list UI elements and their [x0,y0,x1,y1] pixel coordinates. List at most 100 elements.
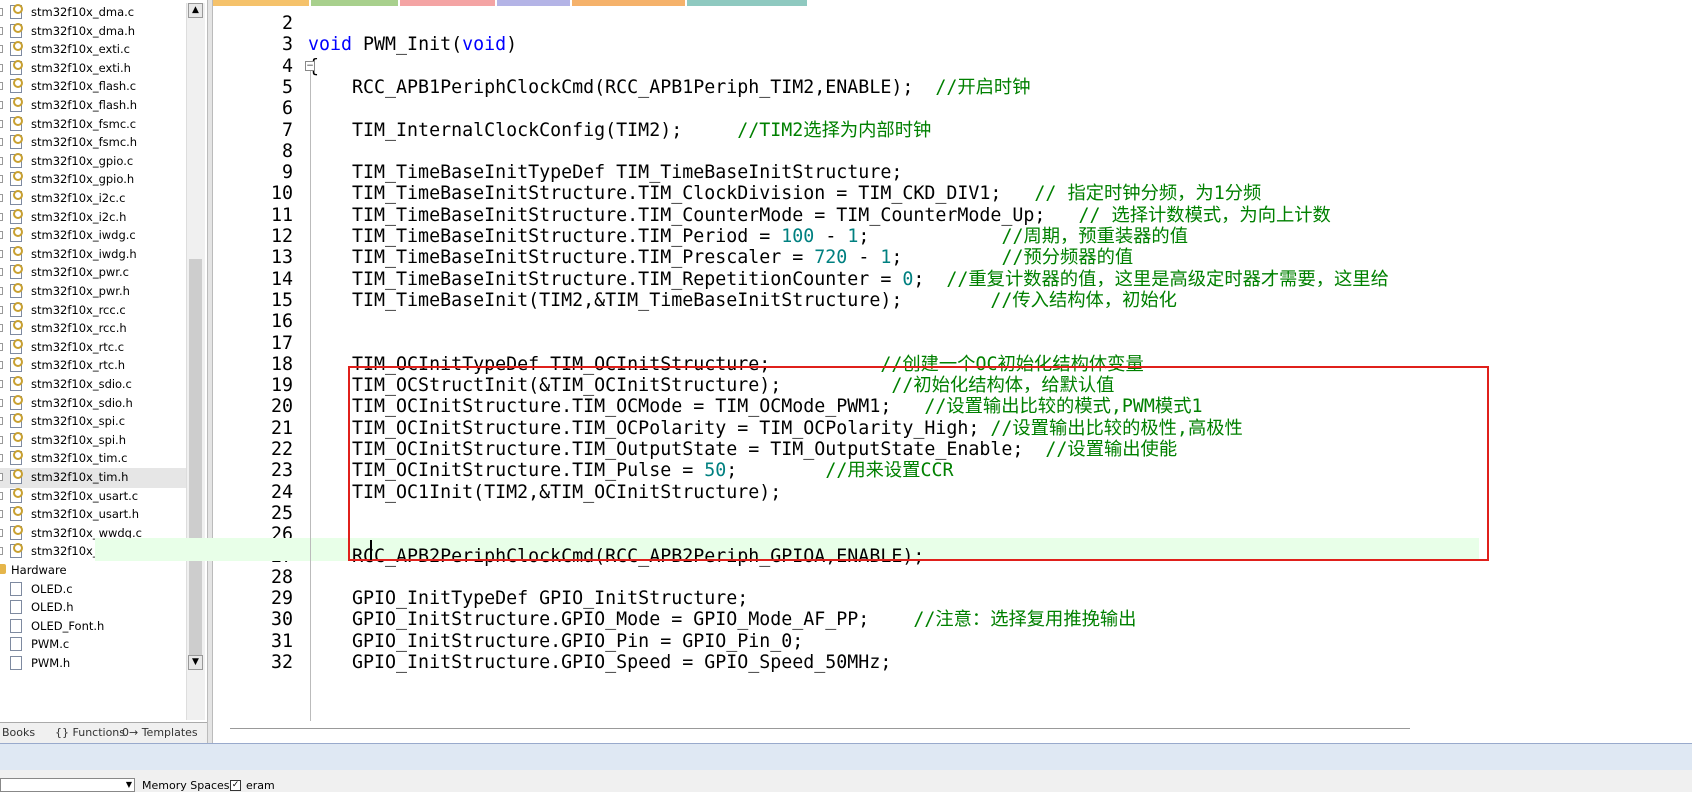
tree-file-item[interactable]: stm32f10x_gpio.h [0,170,186,190]
tree-item-label: stm32f10x_rtc.h [31,358,126,373]
file-icon [10,115,23,131]
code-line[interactable]: void PWM_Init(void) [308,33,517,56]
line-number: 16 [270,311,293,333]
tree-file-item[interactable]: stm32f10x_iwdg.c [0,226,186,246]
eram-checkbox[interactable]: ✓ [230,780,241,791]
expand-icon[interactable] [0,547,3,556]
code-line[interactable]: TIM_TimeBaseInitStructure.TIM_Period = 1… [308,225,1188,248]
fold-toggle-icon[interactable]: − [305,61,315,71]
tree-file-item[interactable]: stm32f10x_pwr.h [0,282,186,302]
tree-file-item[interactable]: stm32f10x_tim.h [0,468,186,488]
code-line[interactable]: TIM_TimeBaseInitTypeDef TIM_TimeBaseInit… [308,161,902,184]
tree-file-item[interactable]: stm32f10x_tim.c [0,449,186,469]
tree-file-item[interactable]: stm32f10x_spi.h [0,431,186,451]
comment-token: //预分频器的值 [1001,247,1134,269]
code-token: PWM_Init( [352,34,463,56]
code-line[interactable]: TIM_InternalClockConfig(TIM2); //TIM2选择为… [308,119,931,142]
expand-icon[interactable] [0,380,3,388]
expand-icon[interactable] [0,63,3,72]
scrollbar-thumb[interactable] [189,259,202,659]
expand-icon[interactable] [0,119,3,128]
expand-icon[interactable] [0,268,3,277]
code-line[interactable]: GPIO_InitStructure.GPIO_Mode = GPIO_Mode… [308,608,1136,631]
code-token: ; [913,268,947,290]
code-line[interactable]: RCC_APB1PeriphClockCmd(RCC_APB1Periph_TI… [308,76,1030,99]
tree-file-item[interactable]: OLED.c [0,580,186,600]
tree-file-item[interactable]: stm32f10x_rtc.c [0,338,186,358]
expand-icon[interactable] [0,398,3,407]
tree-group-item[interactable]: Hardware [0,561,186,581]
tree-file-item[interactable]: stm32f10x_flash.h [0,96,186,116]
project-tree-scrollbar[interactable]: ▲ ▼ [186,3,205,720]
scroll-up-button[interactable]: ▲ [188,3,203,18]
expand-icon[interactable] [0,82,3,91]
expand-icon[interactable] [0,194,3,202]
expand-icon[interactable] [0,361,3,370]
expand-icon[interactable] [0,342,3,351]
tree-file-item[interactable]: stm32f10x_pwr.c [0,263,186,283]
tree-file-item[interactable]: stm32f10x_usart.c [0,487,186,507]
expand-icon[interactable] [0,510,3,519]
tree-file-item[interactable]: stm32f10x_exti.c [0,40,186,60]
tree-file-item[interactable]: stm32f10x_usart.h [0,505,186,525]
tree-file-item[interactable]: stm32f10x_i2c.c [0,189,186,209]
expand-icon[interactable] [0,417,3,426]
tree-file-item[interactable]: stm32f10x_fsmc.h [0,133,186,153]
tab-books[interactable]: Books [2,726,35,739]
tree-file-item[interactable]: stm32f10x_rcc.h [0,319,186,339]
tree-file-item[interactable]: stm32f10x_exti.h [0,59,186,79]
tree-file-item[interactable]: stm32f10x_spi.c [0,412,186,432]
expand-icon[interactable] [0,287,3,295]
expand-icon[interactable] [0,324,3,333]
expand-icon[interactable] [0,528,3,537]
code-line[interactable]: TIM_TimeBaseInitStructure.TIM_ClockDivis… [308,182,1261,205]
tree-file-item[interactable]: stm32f10x_i2c.h [0,208,186,228]
code-line[interactable]: GPIO_InitTypeDef GPIO_InitStructure; [308,587,748,610]
expand-icon[interactable] [0,26,3,35]
expand-icon[interactable] [0,101,3,109]
expand-icon[interactable] [0,212,3,221]
target-combo-box[interactable]: ▼ [0,778,135,792]
expand-icon[interactable] [0,8,3,16]
code-line[interactable]: TIM_TimeBaseInitStructure.TIM_CounterMod… [308,204,1331,227]
tree-file-item[interactable]: PWM.c [0,635,186,655]
tree-file-item[interactable]: OLED.h [0,598,186,618]
line-number: 6 [281,98,293,120]
expand-icon[interactable] [0,231,3,240]
code-line[interactable]: TIM_TimeBaseInitStructure.TIM_Repetition… [308,268,1389,291]
scroll-down-button[interactable]: ▼ [188,655,203,670]
expand-icon[interactable] [0,156,3,165]
expand-icon[interactable] [0,305,3,314]
tree-file-item[interactable]: stm32f10x_gpio.c [0,152,186,172]
tree-file-item[interactable]: PWM.h [0,654,186,674]
tree-file-item[interactable]: stm32f10x_sdio.h [0,394,186,414]
tree-file-item[interactable]: stm32f10x_flash.c [0,77,186,97]
tree-file-item[interactable]: stm32f10x_dma.c [0,3,186,23]
code-line[interactable]: TIM_TimeBaseInitStructure.TIM_Prescaler … [308,246,1133,269]
expand-icon[interactable] [0,491,3,500]
tree-file-item[interactable]: stm32f10x_iwdg.h [0,245,186,265]
expand-icon[interactable] [0,45,3,54]
code-line[interactable]: TIM_TimeBaseInit(TIM2,&TIM_TimeBaseInitS… [308,289,1177,312]
tree-file-item[interactable]: OLED_Font.h [0,617,186,637]
tree-file-item[interactable]: stm32f10x_rtc.h [0,356,186,376]
code-area[interactable]: void PWM_Init(void){ RCC_APB1PeriphClock… [308,6,1692,724]
code-line[interactable]: GPIO_InitStructure.GPIO_Pin = GPIO_Pin_0… [308,630,803,653]
tree-file-item[interactable]: stm32f10x_sdio.c [0,375,186,395]
expand-icon[interactable] [0,138,3,147]
tab-templates[interactable]: 0→ Templates [122,726,198,739]
tree-file-item[interactable]: stm32f10x_rcc.c [0,301,186,321]
expand-icon[interactable] [0,249,3,258]
expand-icon[interactable] [0,473,3,481]
line-number: 7 [281,119,293,141]
expand-icon[interactable] [0,435,3,444]
tree-file-item[interactable]: stm32f10x_dma.h [0,22,186,42]
code-line[interactable]: GPIO_InitStructure.GPIO_Speed = GPIO_Spe… [308,651,891,674]
chevron-down-icon[interactable]: ▼ [126,780,132,789]
tree-file-item[interactable]: stm32f10x_fsmc.c [0,115,186,135]
expand-icon[interactable] [0,175,3,184]
expand-icon[interactable] [0,454,3,463]
fold-guide [310,71,311,721]
editor-horizontal-scrollbar[interactable] [230,728,1410,729]
tab-functions[interactable]: {} Functions [55,726,125,739]
